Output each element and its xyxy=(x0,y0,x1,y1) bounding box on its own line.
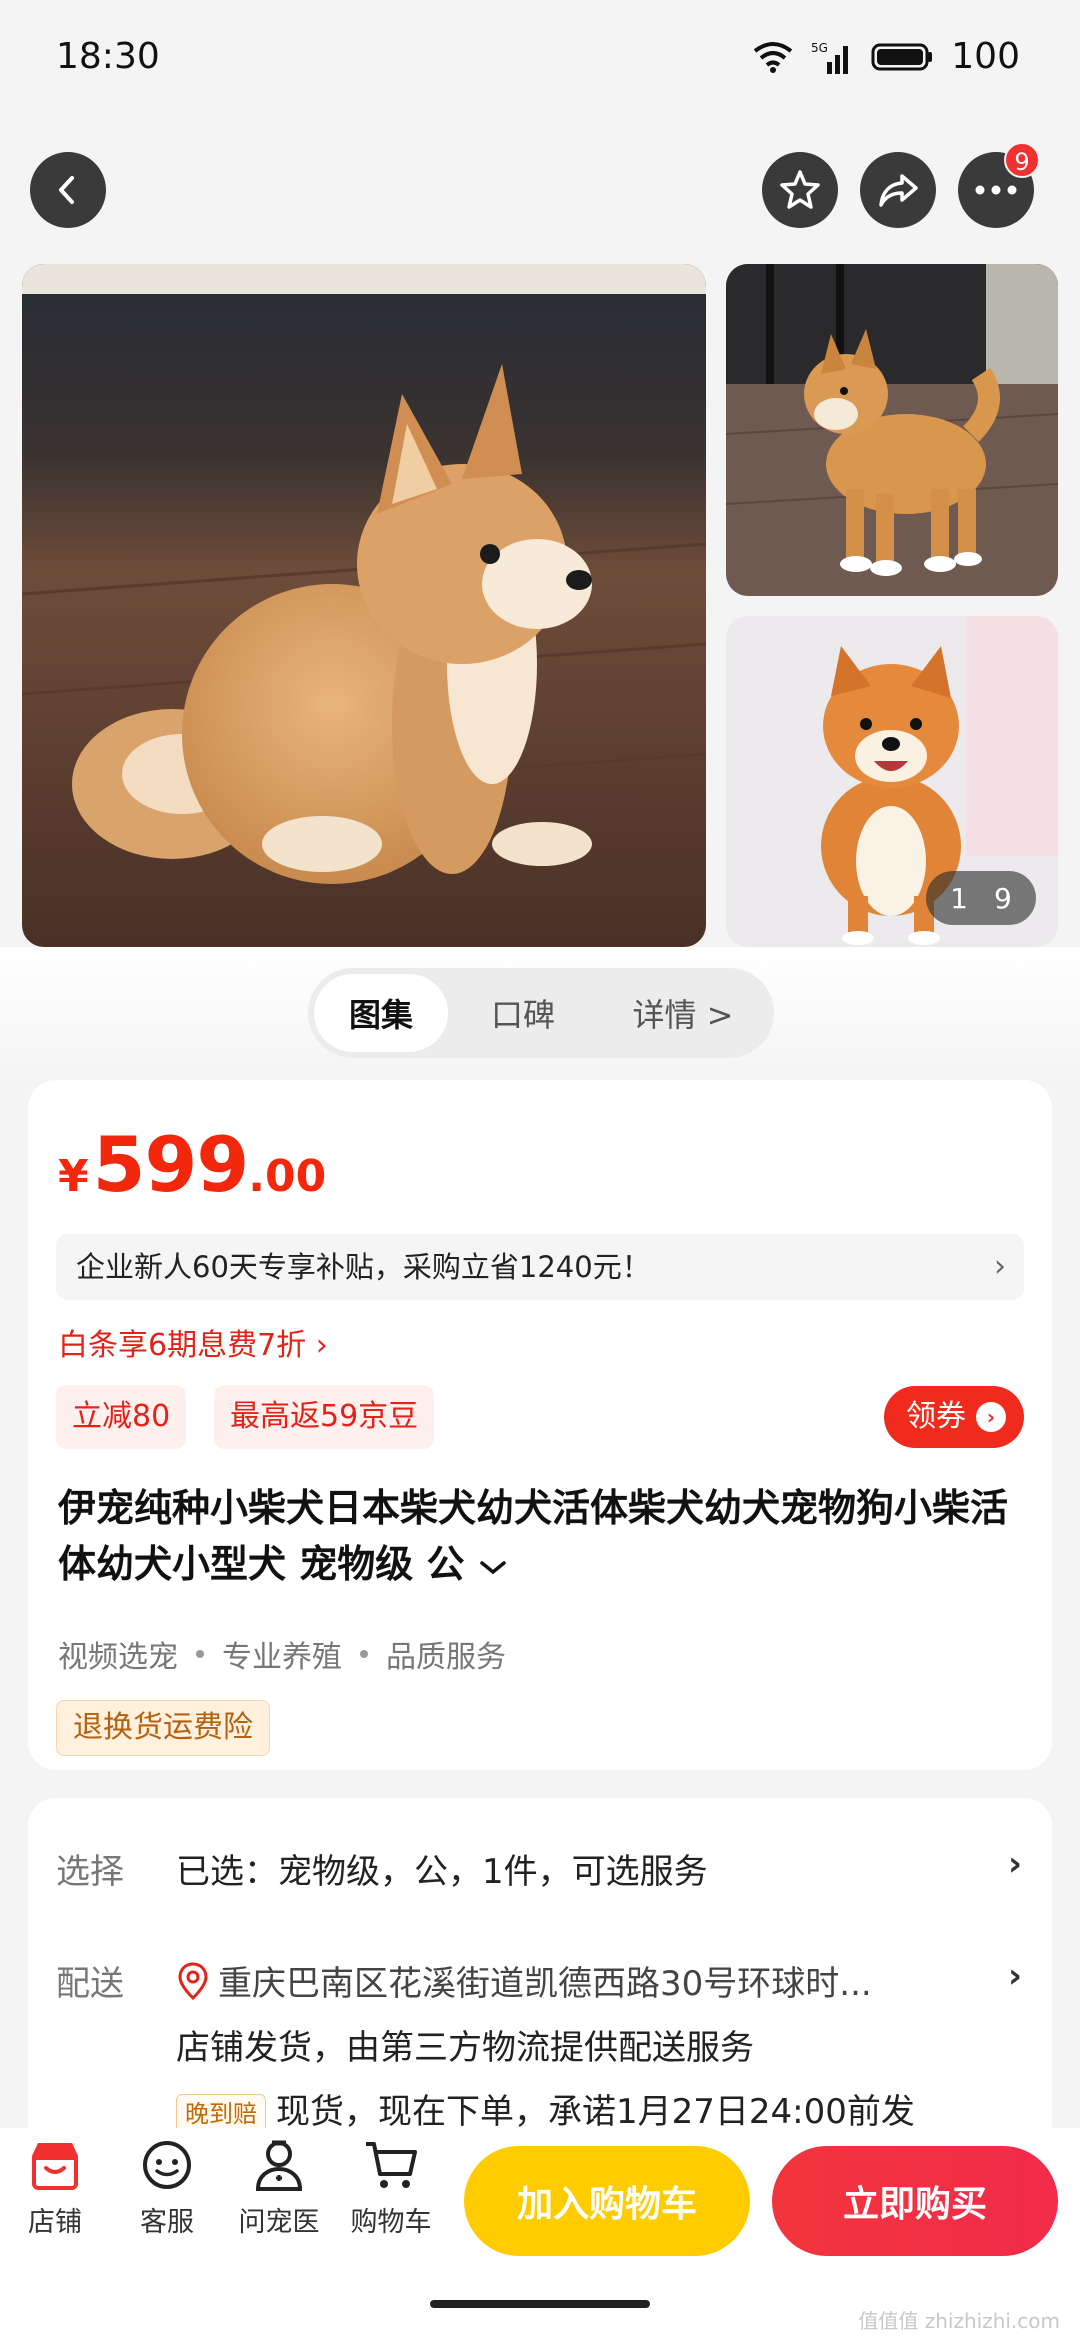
back-button[interactable] xyxy=(30,152,106,228)
delivery-address-text: 重庆巴南区花溪街道凯德西路30号环球时... xyxy=(218,1964,872,2004)
favorite-button[interactable] xyxy=(762,152,838,228)
main-product-photo[interactable] xyxy=(22,264,706,947)
more-button[interactable]: 9 xyxy=(958,142,1040,228)
product-thumbnail-1[interactable] xyxy=(726,264,1058,596)
price-decimal: .00 xyxy=(248,1151,327,1202)
arrow-circle-icon: › xyxy=(976,1402,1006,1432)
tab-details[interactable]: 详情 > xyxy=(598,974,768,1052)
ask-vet-button[interactable]: 问宠医 xyxy=(224,2138,334,2239)
location-pin-icon xyxy=(178,1961,208,2000)
customer-service-button[interactable]: 客服 xyxy=(112,2138,222,2239)
price: ¥ 599 .00 xyxy=(58,1120,326,1209)
product-title[interactable]: 伊宠纯种小柴犬日本柴犬幼犬活体柴犬幼犬宠物狗小柴活体幼犬小型犬 宠物级 公 xyxy=(58,1480,1038,1592)
store-icon xyxy=(32,2143,78,2190)
message-count-badge: 9 xyxy=(1004,142,1040,178)
get-coupon-button[interactable]: 领券 › xyxy=(884,1386,1024,1448)
add-to-cart-button[interactable]: 加入购物车 xyxy=(464,2146,750,2256)
more-dots-icon xyxy=(975,185,1017,195)
home-indicator[interactable] xyxy=(430,2300,650,2308)
subsidy-banner[interactable]: 企业新人60天专享补贴，采购立省1240元！ › xyxy=(56,1234,1024,1300)
selection-label: 选择 xyxy=(56,1852,124,1892)
ask-vet-label: 问宠医 xyxy=(238,2207,320,2238)
share-icon xyxy=(879,174,918,207)
jingdou-rebate-tag: 最高返59京豆 xyxy=(214,1385,435,1449)
feature-quality-service: 品质服务 xyxy=(386,1640,506,1675)
feature-video-selection: 视频选宠 xyxy=(58,1640,178,1675)
wifi-icon xyxy=(754,41,793,73)
product-info-card: ¥ 599 .00 企业新人60天专享补贴，采购立省1240元！ › 白条享6期… xyxy=(28,1080,1052,1770)
selection-value: 已选：宠物级，公，1件，可选服务 xyxy=(176,1852,708,1892)
gallery-tabs: 图集 口碑 详情 > xyxy=(308,968,774,1058)
shiba-puppy-standing-image xyxy=(726,264,1058,596)
status-icons: 5G 100 xyxy=(753,36,1020,77)
baitiao-installment-link[interactable]: 白条享6期息费7折 › xyxy=(58,1320,328,1364)
cellular-signal-icon: 5G xyxy=(811,41,849,74)
product-thumbnail-2[interactable]: 1 9 xyxy=(726,616,1058,947)
chevron-right-icon: › xyxy=(1007,1844,1022,1884)
delivery-promise: 晚到赔 现货，现在下单，承诺1月27日24:00前发 xyxy=(176,2084,915,2134)
status-bar: 18:30 5G 100 xyxy=(0,0,1080,120)
battery-level: 100 xyxy=(951,36,1020,77)
coupon-label: 领券 xyxy=(906,1399,966,1434)
service-features: 视频选宠 专业养殖 品质服务 xyxy=(58,1632,506,1676)
subsidy-text: 企业新人60天专享补贴，采购立省1240元！ xyxy=(76,1250,651,1284)
store-button[interactable]: 店铺 xyxy=(0,2138,110,2239)
delivery-address: 重庆巴南区花溪街道凯德西路30号环球时... xyxy=(176,1956,872,2005)
customer-service-label: 客服 xyxy=(140,2207,194,2238)
shopping-cart-button[interactable]: 购物车 xyxy=(336,2138,446,2239)
chevron-right-icon: › xyxy=(994,1249,1006,1284)
shipping-info: 店铺发货，由第三方物流提供配送服务 xyxy=(176,2028,754,2068)
customer-service-icon xyxy=(143,2141,191,2189)
network-type-label: 5G xyxy=(811,41,828,55)
status-time: 18:30 xyxy=(56,36,160,77)
separator-dot xyxy=(196,1650,204,1658)
return-shipping-insurance-badge[interactable]: 退换货运费险 xyxy=(56,1700,270,1756)
tab-gallery[interactable]: 图集 xyxy=(314,974,448,1052)
shopping-cart-icon xyxy=(366,2142,417,2188)
product-title-text: 伊宠纯种小柴犬日本柴犬幼犬活体柴犬幼犬宠物狗小柴活体幼犬小型犬 宠物级 公 xyxy=(58,1486,1009,1586)
gallery-counter: 1 9 xyxy=(926,871,1036,925)
buy-now-button[interactable]: 立即购买 xyxy=(772,2146,1058,2256)
price-currency-symbol: ¥ xyxy=(58,1151,89,1202)
chevron-right-icon: › xyxy=(1007,1956,1022,1996)
discount-tag: 立减80 xyxy=(56,1385,187,1449)
price-integer: 599 xyxy=(92,1120,250,1209)
separator-dot xyxy=(360,1650,368,1658)
chevron-down-icon xyxy=(479,1560,506,1574)
watermark: 值值值 zhizhizhi.com xyxy=(858,2309,1060,2333)
delivery-promise-text: 现货，现在下单，承诺1月27日24:00前发 xyxy=(276,2092,915,2132)
star-icon xyxy=(780,170,820,209)
shopping-cart-label: 购物车 xyxy=(350,2207,432,2238)
shiba-puppy-sitting-image xyxy=(22,264,706,947)
gallery-current-index: 1 xyxy=(950,881,968,915)
share-button[interactable] xyxy=(860,152,936,228)
tab-reviews[interactable]: 口碑 xyxy=(448,974,598,1052)
battery-icon xyxy=(871,43,933,70)
gallery-total-count: 9 xyxy=(994,881,1012,915)
feature-professional-breeding: 专业养殖 xyxy=(222,1640,342,1675)
store-label: 店铺 xyxy=(28,2207,82,2238)
doctor-icon xyxy=(255,2140,303,2191)
delivery-label: 配送 xyxy=(56,1964,124,2004)
chevron-left-icon xyxy=(59,176,74,204)
